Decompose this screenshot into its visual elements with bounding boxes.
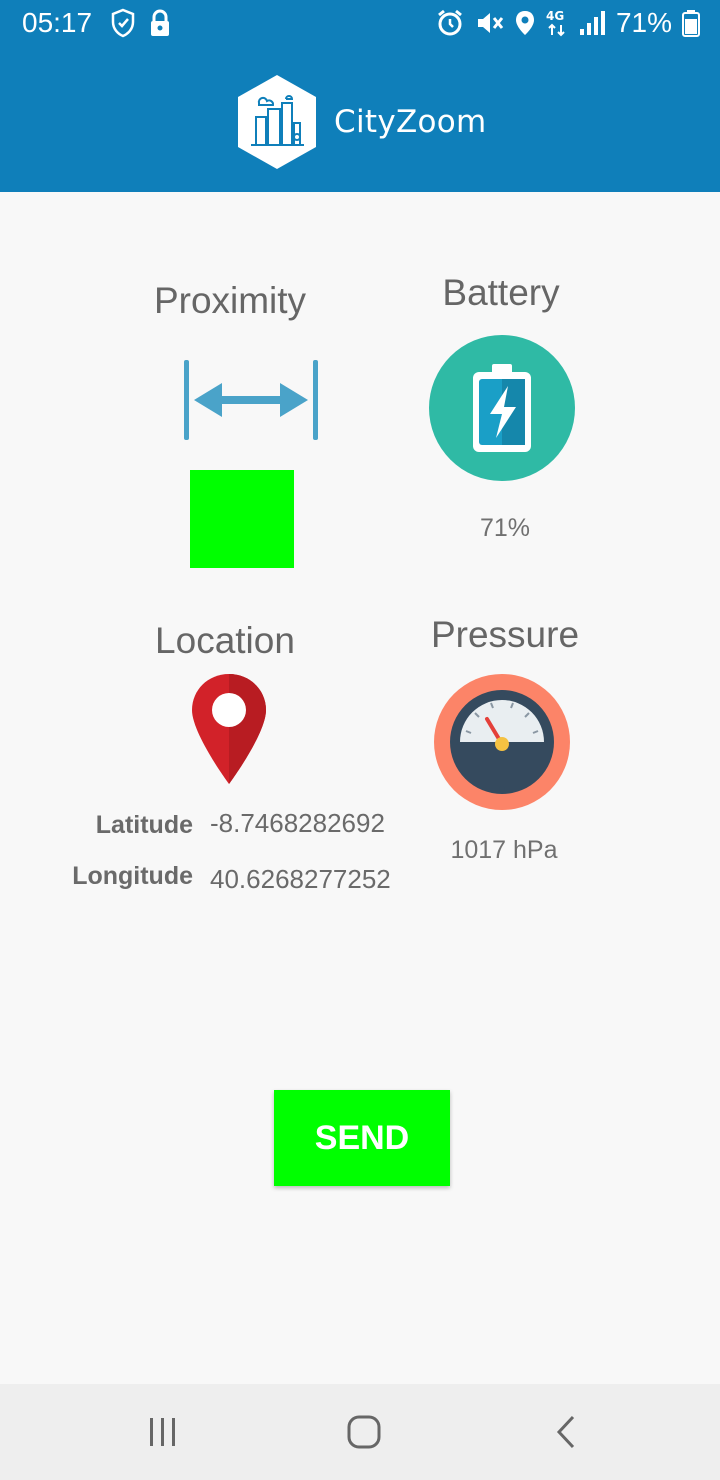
map-pin-icon [192, 674, 266, 784]
pressure-label: Pressure [430, 614, 580, 655]
city-logo-icon [238, 75, 316, 169]
status-time: 05:17 [22, 7, 93, 38]
battery-charging-icon [429, 335, 575, 481]
latitude-value: -8.7468282692 [210, 808, 385, 838]
signal-icon [579, 11, 605, 35]
send-button[interactable]: SEND [274, 1090, 450, 1186]
shield-icon [111, 8, 135, 38]
battery-label: Battery [442, 272, 560, 313]
pressure-gauge-icon [434, 674, 570, 810]
app-header: 05:17 4G 71% CityZoom [0, 0, 720, 192]
alarm-icon [438, 9, 462, 36]
battery-icon [682, 10, 700, 37]
app-brand: CityZoom [234, 72, 487, 172]
mute-icon [477, 13, 504, 33]
recent-apps-icon [150, 1418, 175, 1446]
longitude-value: 40.6268277252 [210, 864, 391, 894]
longitude-label: Longitude [72, 862, 193, 890]
status-bar: 05:17 4G 71% [0, 0, 720, 48]
back-icon [556, 1415, 575, 1449]
back-button[interactable] [536, 1404, 596, 1460]
4g-icon: 4G [546, 9, 565, 37]
location-icon [515, 11, 534, 35]
location-label: Location [155, 620, 295, 661]
lock-icon [151, 9, 169, 36]
app-title: CityZoom [334, 104, 487, 140]
latitude-label: Latitude [95, 811, 193, 839]
status-battery-percent: 71% [615, 7, 672, 38]
home-button[interactable] [334, 1404, 394, 1460]
proximity-icon [184, 360, 318, 440]
home-icon [347, 1415, 381, 1449]
proximity-label: Proximity [153, 280, 307, 321]
battery-value: 71% [479, 514, 531, 542]
pressure-value: 1017 hPa [450, 836, 558, 864]
svg-text:4G: 4G [546, 9, 564, 23]
proximity-indicator [190, 470, 294, 568]
system-nav-bar [0, 1384, 720, 1480]
recent-apps-button[interactable] [133, 1404, 193, 1460]
